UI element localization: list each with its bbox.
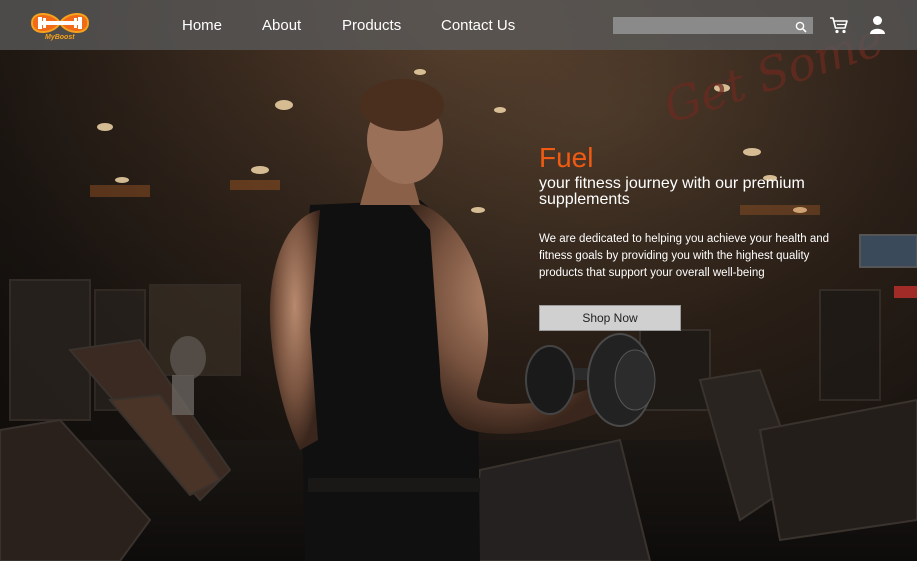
hero-subtitle: your fitness journey with our premium su… (539, 175, 805, 208)
hero-title: Fuel (539, 142, 594, 173)
nav-link-home[interactable]: Home (182, 17, 222, 34)
search-input[interactable] (613, 17, 813, 34)
nav-link-contact-us[interactable]: Contact Us (441, 17, 515, 34)
nav-link-products[interactable]: Products (342, 17, 401, 34)
cart-icon[interactable] (829, 16, 849, 34)
user-icon[interactable] (869, 15, 886, 35)
search-icon[interactable] (795, 20, 807, 33)
top-navbar: MyBoost Home About Products Contact Us (0, 0, 917, 50)
landing-page: Get Some MyBoost Home About Products Con… (0, 0, 917, 561)
hero-description: We are dedicated to helping you achieve … (539, 233, 830, 279)
nav-link-about[interactable]: About (262, 17, 301, 34)
shop-now-button[interactable]: Shop Now (539, 305, 681, 331)
logo-text: MyBoost (45, 34, 75, 41)
